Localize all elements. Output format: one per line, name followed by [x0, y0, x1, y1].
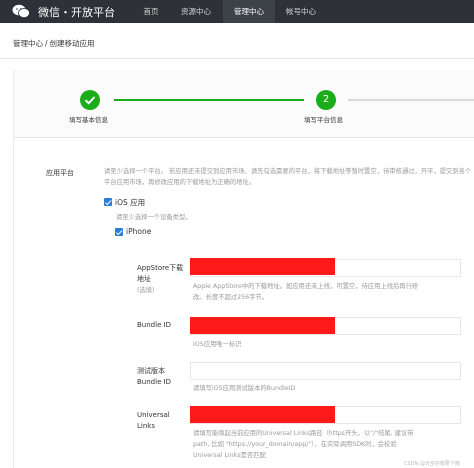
- universal-links-hint: 请填写能唤起当前应用的Universal Links路径（https开头，以"/…: [193, 428, 414, 461]
- nav-resource-center[interactable]: 资源中心: [170, 0, 222, 23]
- app-platform-label: 应用平台: [46, 169, 74, 177]
- wechat-logo-icon: [12, 4, 30, 18]
- iphone-label[interactable]: iPhone: [126, 227, 151, 236]
- nav-home[interactable]: 首页: [132, 0, 170, 23]
- device-type-hint: 请至少选择一个设备类型。: [116, 214, 192, 221]
- appstore-url-optional: (选填): [137, 287, 155, 294]
- appstore-url-label-text: AppStore下载地址: [137, 264, 184, 283]
- checkmark-icon: [84, 96, 96, 105]
- universal-links-label-line-2: Links: [137, 422, 155, 430]
- step-2-label: 填写平台信息: [304, 116, 343, 124]
- bundle-id-label: Bundle ID: [137, 321, 172, 329]
- breadcrumb-current: 创建移动应用: [49, 39, 95, 48]
- appstore-url-hint-line-1: Apple AppStore中的下载地址。如应用还未上线，可置空，待应用上线后再…: [193, 283, 419, 290]
- step-connector-complete: [114, 99, 304, 101]
- universal-links-label: Universal Links: [137, 410, 170, 432]
- bundle-id-hint: iOS应用唯一标识: [193, 341, 242, 348]
- test-bundle-id-hint: 请填写iOS应用测试版本的BundleID: [193, 385, 296, 392]
- redacted-value: [190, 317, 335, 334]
- ios-app-checkbox[interactable]: [104, 198, 112, 206]
- header-divider: [0, 58, 474, 59]
- redacted-value: [190, 258, 335, 275]
- nav-management-center[interactable]: 管理中心: [223, 0, 275, 23]
- universal-links-hint-line-1: 请填写能唤起当前应用的Universal Links路径（https开头，以"/…: [193, 430, 414, 437]
- platform-hint: 请至少选择一个平台。 若应用还未提交到应用市场，请先勾选需要的平台，将下载地址等…: [104, 168, 472, 186]
- step-2-indicator: 2: [316, 90, 336, 110]
- iphone-checkbox[interactable]: [115, 228, 123, 236]
- appstore-url-hint: Apple AppStore中的下载地址。如应用还未上线，可置空，待应用上线后再…: [193, 281, 418, 303]
- redacted-value: [190, 406, 335, 423]
- step-1-label: 填写基本信息: [69, 116, 108, 124]
- breadcrumb-parent[interactable]: 管理中心: [13, 39, 43, 48]
- breadcrumb-separator: /: [45, 39, 48, 48]
- platform-title[interactable]: 微信・开放平台: [38, 4, 115, 20]
- universal-links-hint-line-3: Universal Links是否匹配: [193, 452, 266, 459]
- nav-account-center[interactable]: 帐号中心: [275, 0, 327, 23]
- ios-app-label[interactable]: iOS 应用: [115, 197, 145, 208]
- watermark: CSDN @天空好像要下雨: [404, 461, 460, 467]
- appstore-url-label: AppStore下载地址 (选填): [137, 263, 189, 296]
- test-bundle-id-input[interactable]: [190, 362, 461, 380]
- step-connector-pending: [348, 99, 474, 101]
- step-1-complete-icon: [80, 90, 100, 110]
- test-bundle-id-label: 测试版本 Bundle ID: [137, 366, 171, 388]
- test-bundle-id-label-line-2: Bundle ID: [137, 378, 172, 386]
- universal-links-label-line-1: Universal: [137, 411, 170, 419]
- breadcrumb: 管理中心 / 创建移动应用: [13, 38, 95, 49]
- test-bundle-id-label-line-1: 测试版本: [137, 367, 165, 375]
- appstore-url-hint-line-2: 改。长度不超过256字节。: [193, 294, 268, 301]
- universal-links-hint-line-2: path, 比如 "https://your_domain/app/"），在实际…: [193, 441, 397, 448]
